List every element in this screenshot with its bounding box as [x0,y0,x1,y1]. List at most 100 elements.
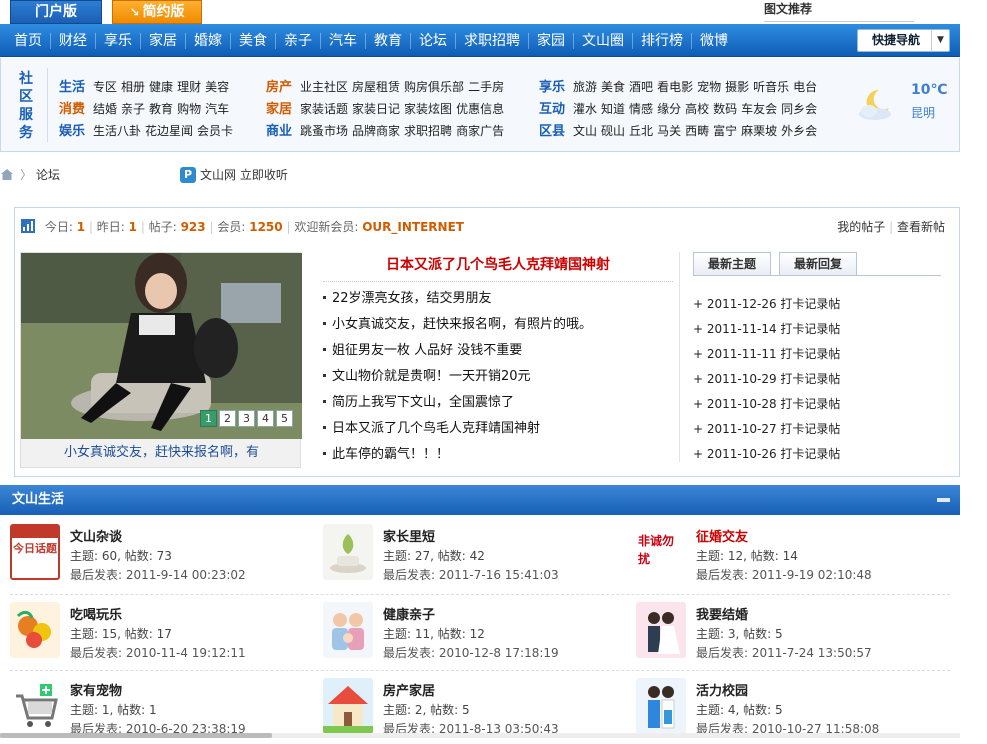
forum-card[interactable]: 健康亲子 主题: 11, 帖数: 12 最后发表: 2010-12-8 17:1… [313,598,623,668]
svc-link[interactable]: 健康 [149,80,173,94]
tab-portal[interactable]: 门户版 [10,0,102,24]
view-new-link[interactable]: 查看新帖 [897,220,945,234]
nav-item-auto[interactable]: 汽车 [321,32,366,49]
svc-link[interactable]: 外乡会 [781,124,817,138]
svc-link[interactable]: 数码 [713,102,737,116]
svc-link[interactable]: 生活八卦 [93,124,141,138]
svc-link[interactable]: 求职招聘 [404,124,452,138]
svc-label-enjoy[interactable]: 享乐 [539,80,565,95]
svc-link[interactable]: 商家广告 [456,124,504,138]
list-item[interactable]: + 2011-10-26 打卡记录帖 [693,442,840,467]
svc-link[interactable]: 会员卡 [197,124,233,138]
svc-link[interactable]: 灌水 [573,102,597,116]
svc-link[interactable]: 理财 [177,80,201,94]
newest-member-link[interactable]: OUR_INTERNET [362,220,464,234]
nav-item-education[interactable]: 教育 [366,32,411,49]
list-item[interactable]: 小女真诚交友，赶快来报名啊，有照片的哦。 [323,312,673,338]
svc-link[interactable]: 麻栗坡 [741,124,777,138]
svc-link[interactable]: 教育 [149,102,173,116]
svc-link[interactable]: 情感 [629,102,653,116]
forum-name[interactable]: 我要结婚 [696,604,748,623]
svc-link[interactable]: 优惠信息 [456,102,504,116]
nav-item-circle[interactable]: 文山圈 [574,32,633,49]
forum-name[interactable]: 健康亲子 [383,604,435,623]
collapse-icon[interactable] [937,498,950,502]
follow-link[interactable]: 文山网 立即收听 [200,164,288,186]
svc-link[interactable]: 丘北 [629,124,653,138]
svc-link[interactable]: 车友会 [741,102,777,116]
svc-link[interactable]: 家装日记 [352,102,400,116]
nav-item-wedding[interactable]: 婚嫁 [186,32,231,49]
svc-link[interactable]: 高校 [685,102,709,116]
list-item[interactable]: 文山物价就是贵啊！一天开销20元 [323,364,673,390]
svc-link[interactable]: 美容 [205,80,229,94]
tab-latest-replies[interactable]: 最新回复 [779,252,857,276]
featured-slideshow[interactable]: 1 2 3 4 5 小女真诚交友，赶快来报名啊，有 [20,252,302,468]
nav-item-weibo[interactable]: 微博 [692,33,736,49]
nav-item-finance[interactable]: 财经 [51,32,96,49]
nav-item-home-living[interactable]: 家居 [141,32,186,49]
svc-link[interactable]: 听音乐 [753,80,789,94]
weather-widget[interactable]: 10℃ 昆明 [849,80,949,136]
svc-link[interactable]: 美食 [601,80,625,94]
svc-link[interactable]: 文山 [573,124,597,138]
weibo-follow-icon[interactable]: P [180,167,196,183]
forum-card[interactable]: 家长里短 主题: 27, 帖数: 42 最后发表: 2011-7-16 15:4… [313,520,623,590]
svc-link[interactable]: 酒吧 [629,80,653,94]
nav-item-parenting[interactable]: 亲子 [276,32,321,49]
list-item[interactable]: + 2011-12-26 打卡记录帖 [693,292,840,317]
svc-link[interactable]: 家装话题 [300,102,348,116]
svc-link[interactable]: 砚山 [601,124,625,138]
svc-link[interactable]: 知道 [601,102,625,116]
list-item[interactable]: 此车停的霸气！！！ [323,442,673,468]
tab-simple[interactable]: ↘ 简约版 [112,0,202,24]
pager-1[interactable]: 1 [200,410,217,427]
svc-label-life[interactable]: 生活 [59,80,85,95]
nav-item-homeland[interactable]: 家园 [529,32,574,49]
tab-latest-topics[interactable]: 最新主题 [693,252,771,276]
horizontal-scrollbar[interactable] [0,733,960,738]
list-item[interactable]: 22岁漂亮女孩，结交男朋友 [323,286,673,312]
home-icon[interactable] [0,168,14,181]
svc-link[interactable]: 房屋租赁 [352,80,400,94]
list-item[interactable]: 日本又派了几个鸟毛人克拜靖国神射 [323,416,673,442]
svc-link[interactable]: 专区 [93,80,117,94]
forum-card[interactable]: 吃喝玩乐 主题: 15, 帖数: 17 最后发表: 2010-11-4 19:1… [0,598,310,668]
svc-link[interactable]: 结婚 [93,102,117,116]
nav-item-ranking[interactable]: 排行榜 [633,32,692,49]
list-item[interactable]: 姐征男友一枚 人品好 没钱不重要 [323,338,673,364]
forum-name[interactable]: 文山杂谈 [70,526,122,545]
svc-link[interactable]: 购房俱乐部 [404,80,464,94]
forum-name[interactable]: 征婚交友 [696,526,748,545]
svc-link[interactable]: 花边星闻 [145,124,193,138]
svc-label-business[interactable]: 商业 [266,124,292,139]
list-item[interactable]: 简历上我写下文山，全国震惊了 [323,390,673,416]
list-item[interactable]: + 2011-10-29 打卡记录帖 [693,367,840,392]
featured-caption[interactable]: 小女真诚交友，赶快来报名啊，有 [21,441,302,460]
svc-link[interactable]: 家装炫图 [404,102,452,116]
svc-link[interactable]: 汽车 [205,102,229,116]
nav-item-forum[interactable]: 论坛 [411,32,456,49]
quick-nav-dropdown[interactable]: 快捷导航 ▼ [857,29,950,52]
svc-label-interact[interactable]: 互动 [539,102,565,117]
headline-title[interactable]: 日本又派了几个鸟毛人克拜靖国神射 [323,252,673,282]
list-item[interactable]: + 2011-11-11 打卡记录帖 [693,342,840,367]
list-item[interactable]: + 2011-10-28 打卡记录帖 [693,392,840,417]
nav-item-food[interactable]: 美食 [231,32,276,49]
svc-link[interactable]: 同乡会 [781,102,817,116]
svc-link[interactable]: 二手房 [468,80,504,94]
nav-item-leisure[interactable]: 享乐 [96,32,141,49]
forum-name[interactable]: 家长里短 [383,526,435,545]
forum-name[interactable]: 活力校园 [696,680,748,699]
svc-link[interactable]: 看电影 [657,80,693,94]
forum-card[interactable]: 今日话题 文山杂谈 主题: 60, 帖数: 73 最后发表: 2011-9-14… [0,520,310,590]
my-posts-link[interactable]: 我的帖子 [837,220,885,234]
svc-link[interactable]: 马关 [657,124,681,138]
svc-label-consume[interactable]: 消费 [59,102,85,117]
svc-link[interactable]: 品牌商家 [352,124,400,138]
svc-link[interactable]: 购物 [177,102,201,116]
svc-link[interactable]: 缘分 [657,102,681,116]
svc-label-county[interactable]: 区县 [539,124,565,139]
svc-link[interactable]: 西畴 [685,124,709,138]
svc-link[interactable]: 富宁 [713,124,737,138]
